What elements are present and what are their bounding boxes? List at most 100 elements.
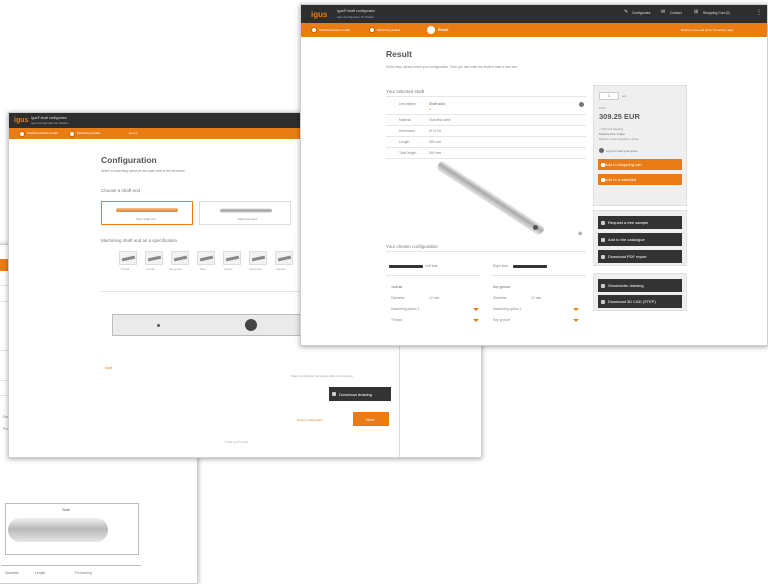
- zoom-icon[interactable]: ⊕: [578, 231, 582, 237]
- price-note-2: Delivery time: 5 days: [599, 132, 625, 136]
- shaft-3d-end: [533, 225, 538, 230]
- chevron-down-icon[interactable]: [573, 319, 579, 322]
- app-subtitle: Igus-Konfigurator für Wellen: [337, 15, 375, 19]
- intro-text: Select a machining option at the shaft e…: [101, 169, 186, 173]
- spec-value-5: 500 mm: [429, 151, 442, 155]
- thumb-journal[interactable]: [145, 251, 163, 265]
- step-1-label[interactable]: Shaft/production model: [27, 131, 58, 135]
- option-plain-label: Plain shaft end: [136, 217, 156, 221]
- spec-sub-1: ●: [429, 107, 431, 111]
- login-note[interactable]: Log in to view your prices: [606, 149, 638, 153]
- show-drawing-button[interactable]: Show/order drawing: [598, 279, 682, 292]
- quantity-unit: pcs: [622, 94, 627, 98]
- spec-label-5: Total length: [399, 151, 417, 155]
- window-result: igus igus® shaft configurator Igus-Konfi…: [300, 4, 768, 346]
- left-row-1: Journal: [391, 285, 403, 289]
- wrench-icon: ✎: [624, 9, 629, 15]
- thumb-label-7: Tapered: [276, 268, 286, 271]
- warning-note: Note: [105, 366, 113, 370]
- option-plain-card[interactable]: Plain shaft end: [101, 201, 193, 225]
- chevron-down-icon[interactable]: [473, 319, 479, 322]
- spec-value-4: 500 mm: [429, 140, 442, 144]
- contact-link[interactable]: Contact: [670, 11, 682, 15]
- thumb-cross-hole[interactable]: [249, 251, 267, 265]
- right-end-image: [513, 265, 547, 268]
- pdf-icon: [601, 254, 605, 259]
- add-to-cart-button[interactable]: Add to shopping cart: [598, 159, 682, 170]
- download-drawing-button[interactable]: Download drawing: [329, 387, 391, 401]
- thumb-label-3: Key groove: [169, 268, 183, 271]
- intro-text: In this step, please check your configur…: [386, 65, 518, 69]
- cart-icon: [601, 162, 605, 167]
- thumb-label-2: Journal: [146, 268, 155, 271]
- download-icon: [601, 299, 605, 304]
- step-2-label[interactable]: Machining details: [77, 131, 100, 135]
- step-2-marker: [369, 27, 375, 33]
- price-note-3: Minimum order quantity: 1 piece: [599, 137, 639, 141]
- step-1-label[interactable]: Shaft/production model: [319, 28, 350, 32]
- left-end-image: [389, 265, 423, 268]
- spec-value-1: Shaft solid: [429, 102, 445, 106]
- page-heading: Result: [386, 49, 412, 59]
- app-title: igus® shaft configurator: [31, 116, 67, 120]
- quantity-input[interactable]: 1: [599, 92, 619, 100]
- document-icon: [332, 392, 336, 396]
- side-label: Side: [62, 507, 71, 512]
- app-subtitle: Igus-Konfigurator für Wellen: [31, 121, 69, 125]
- right-row-4: Key groove: [493, 318, 511, 322]
- shaft-left-marker: [157, 324, 160, 327]
- delivery-info: Delivery time and price: 5 working days: [681, 28, 734, 32]
- step-3-label[interactable]: Result: [129, 131, 138, 135]
- list-icon: [601, 177, 605, 182]
- step-2-label[interactable]: Machining details: [377, 28, 400, 32]
- footer-copyright: © 2021 igus® GmbH: [224, 441, 249, 444]
- config-heading: Your chosen configuration: [386, 244, 438, 249]
- request-sample-button[interactable]: Request a free sample: [598, 216, 682, 229]
- configurator-link[interactable]: Configurator: [632, 11, 651, 15]
- shaft-hole-marker[interactable]: [245, 319, 257, 331]
- right-row-3: Machining option 1: [493, 307, 522, 311]
- left-end-label: Left side: [425, 264, 438, 268]
- download-step-button[interactable]: Download 3D CAD (STEP): [598, 295, 682, 308]
- right-end-label: Right side: [493, 264, 509, 268]
- spec-label-1: Description: [399, 102, 416, 106]
- spec-label-2: Material: [399, 118, 412, 122]
- label-fix-bearing: Fix bearing: [75, 571, 92, 575]
- app-logo: igus: [311, 10, 328, 19]
- chevron-down-icon[interactable]: [573, 308, 579, 311]
- info-icon[interactable]: [579, 102, 584, 107]
- add-to-watchlist-button[interactable]: Add to a watchlist: [598, 174, 682, 185]
- step-3-label[interactable]: Result: [438, 28, 448, 32]
- label-diameter: Diameter: [5, 571, 19, 575]
- step-bar: Shaft/production model Machining details…: [301, 23, 767, 37]
- next-button[interactable]: Next: [353, 412, 389, 426]
- add-to-catalogue-button[interactable]: Add to the catalogue: [598, 233, 682, 246]
- right-row-2: Diameter: [493, 296, 507, 300]
- thumb-label-1: Thread: [121, 268, 130, 271]
- thumb-label-4: Flats: [200, 268, 206, 271]
- thumb-groove[interactable]: [223, 251, 241, 265]
- app-header: igus igus® shaft configurator Igus-Konfi…: [301, 5, 767, 23]
- price-note-1: + VAT and shipping: [599, 127, 624, 131]
- thumb-tapered[interactable]: [275, 251, 293, 265]
- download-pdf-button[interactable]: Download PDF report: [598, 250, 682, 263]
- price-label: Price: [599, 106, 606, 110]
- option-machined-card[interactable]: Machined end: [199, 201, 291, 225]
- chevron-down-icon[interactable]: [473, 308, 479, 311]
- label-length: Length: [35, 571, 46, 575]
- cart-icon: ⊞: [694, 9, 699, 15]
- thumb-thread[interactable]: [119, 251, 137, 265]
- catalogue-icon: [601, 237, 605, 242]
- spec-value-2: Stainless steel: [429, 118, 451, 122]
- right-row-2-value: 12 mm: [531, 296, 542, 300]
- thumb-flats[interactable]: [197, 251, 215, 265]
- thumb-label-6: Cross hole: [249, 268, 262, 271]
- user-icon: [599, 148, 604, 153]
- cart-link[interactable]: Shopping Cart (0): [703, 11, 730, 15]
- reset-link[interactable]: Reset configuration: [297, 418, 323, 422]
- more-menu-icon[interactable]: ⋮: [756, 9, 762, 16]
- left-row-2: Diameter: [391, 296, 405, 300]
- spec-value-3: Ø 12 h6: [429, 129, 442, 133]
- left-row-4: Thread: [391, 318, 402, 322]
- thumb-key-groove[interactable]: [171, 251, 189, 265]
